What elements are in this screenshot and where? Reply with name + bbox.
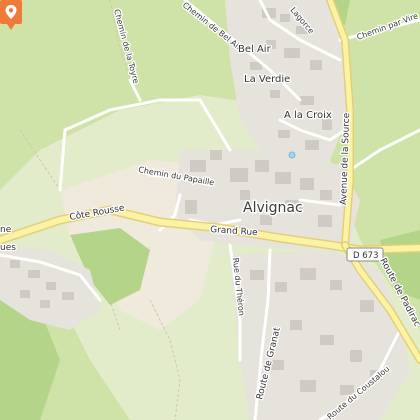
map-view[interactable]: Chemin de Bel Air Lagorce Chemin par Vir… [0, 0, 420, 420]
map-pin-icon[interactable] [0, 0, 22, 30]
label-la-verdie: La Verdie [244, 74, 290, 85]
map-canvas: Chemin de Bel Air Lagorce Chemin par Vir… [0, 0, 420, 420]
label-alvignac: Alvignac [243, 200, 303, 216]
label-bel-air: Bel Air [238, 44, 272, 55]
label-west-edge-ne: ne [0, 225, 12, 235]
label-d673: D 673 [353, 251, 378, 261]
water-point [288, 151, 296, 159]
label-a-la-croix: A la Croix [284, 110, 332, 121]
label-west-edge-ues: ues [0, 243, 16, 253]
